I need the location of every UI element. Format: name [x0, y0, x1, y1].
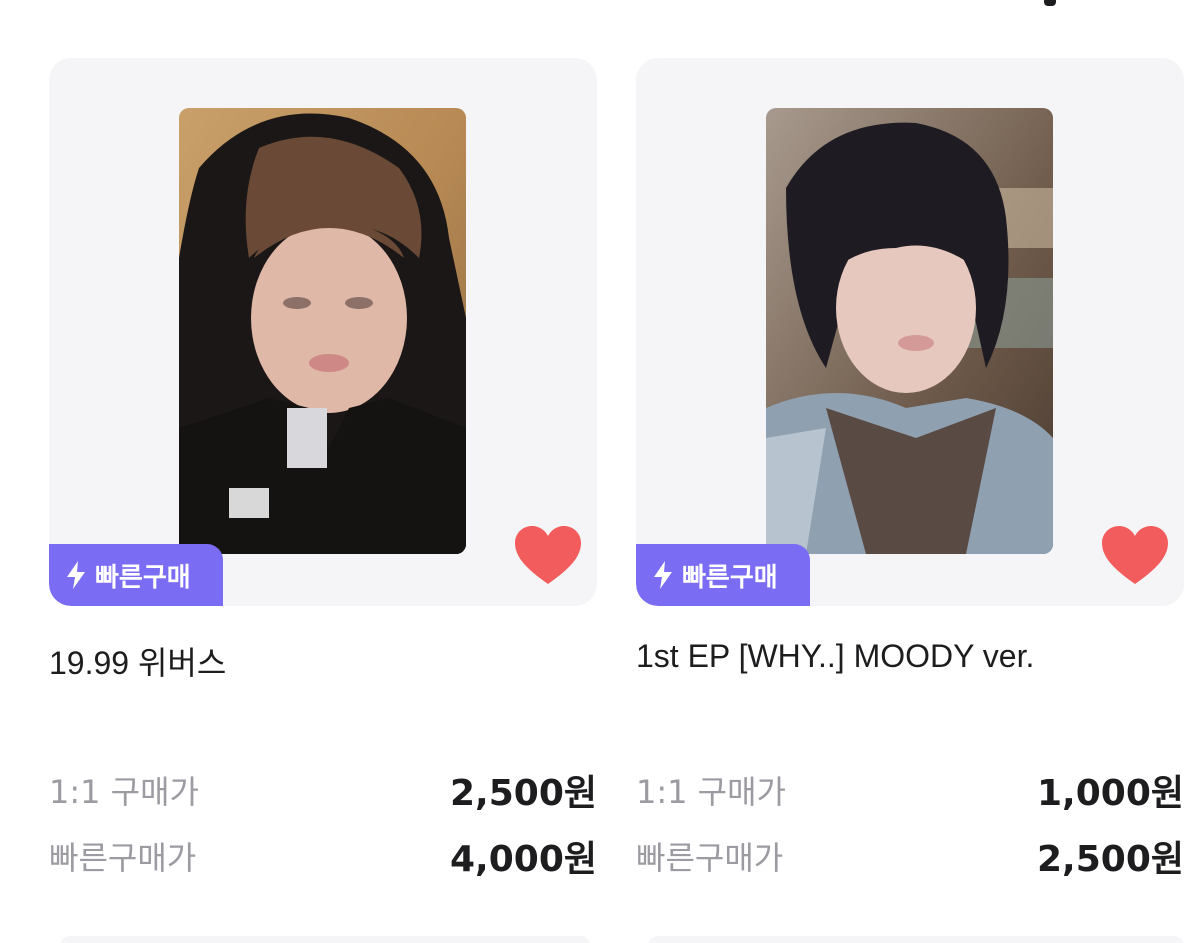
product-grid: 빠른구매 19.99 위버스 1:1 구매가 2,500원 빠른구매가 4,00…	[0, 0, 1200, 943]
price-row-quick: 빠른구매가 4,000원	[49, 832, 597, 880]
lightning-bolt-icon	[654, 561, 672, 589]
price-label: 1:1 구매가	[49, 773, 199, 811]
quick-buy-badge: 빠른구매	[636, 544, 810, 606]
product-card[interactable]: 빠른구매 1st EP [WHY..] MOODY ver. 1:1 구매가 1…	[636, 58, 1184, 880]
price-value: 1,000원	[1037, 773, 1184, 814]
price-row-quick: 빠른구매가 2,500원	[636, 832, 1184, 880]
price-value: 2,500원	[450, 773, 597, 814]
price-value: 2,500원	[1037, 839, 1184, 880]
favorite-button[interactable]	[515, 526, 581, 586]
heart-icon	[1102, 526, 1168, 584]
price-label: 빠른구매가	[636, 839, 784, 877]
product-thumbnail-container[interactable]: 빠른구매	[49, 58, 597, 606]
badge-label: 빠른구매	[95, 562, 191, 593]
price-value: 4,000원	[450, 839, 597, 880]
badge-label: 빠른구매	[682, 562, 778, 593]
scroll-edge-fragment	[1044, 0, 1056, 6]
price-label: 1:1 구매가	[636, 773, 786, 811]
photocard-image	[179, 108, 466, 554]
product-title[interactable]: 19.99 위버스	[49, 638, 597, 681]
price-row-direct: 1:1 구매가 2,500원	[49, 766, 597, 814]
product-title[interactable]: 1st EP [WHY..] MOODY ver.	[636, 638, 1184, 678]
photocard-image	[766, 108, 1053, 554]
price-row-direct: 1:1 구매가 1,000원	[636, 766, 1184, 814]
favorite-button[interactable]	[1102, 526, 1168, 586]
product-thumbnail-container[interactable]: 빠른구매	[636, 58, 1184, 606]
next-product-card-edge[interactable]	[648, 936, 1184, 943]
product-card[interactable]: 빠른구매 19.99 위버스 1:1 구매가 2,500원 빠른구매가 4,00…	[49, 58, 597, 880]
quick-buy-badge: 빠른구매	[49, 544, 223, 606]
lightning-bolt-icon	[67, 561, 85, 589]
heart-icon	[515, 526, 581, 584]
next-product-card-edge[interactable]	[60, 936, 590, 943]
price-label: 빠른구매가	[49, 839, 197, 877]
